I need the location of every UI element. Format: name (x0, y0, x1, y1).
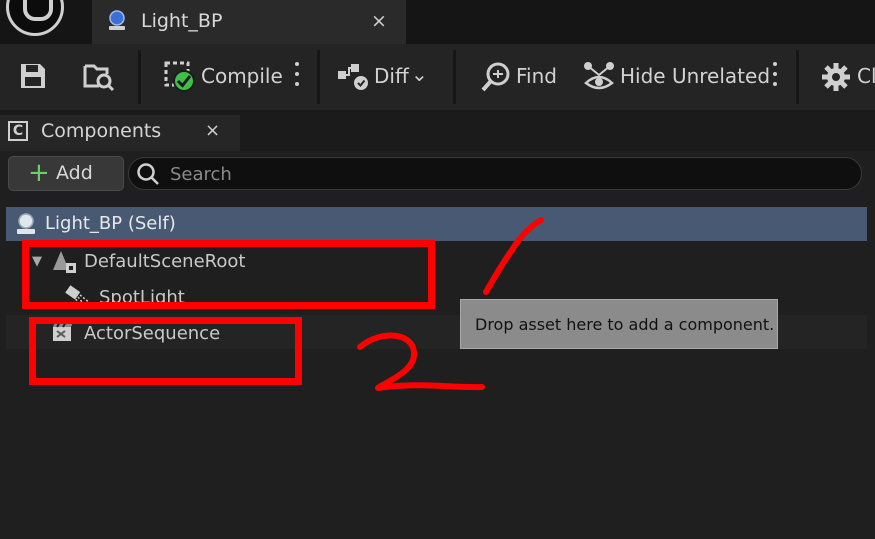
blueprint-actor-icon (109, 10, 125, 30)
close-components-tab-button[interactable]: × (205, 120, 220, 141)
document-tab-label: Light_BP (141, 10, 223, 32)
compile-status-icon[interactable] (164, 61, 196, 93)
hide-unrelated-icon[interactable] (583, 61, 615, 93)
browse-asset-icon[interactable] (83, 60, 115, 92)
document-tab[interactable] (92, 0, 406, 44)
find-icon[interactable] (481, 61, 513, 93)
search-icon (137, 163, 159, 185)
class-settings-button[interactable]: Cl (857, 64, 875, 88)
diff-icon[interactable] (337, 62, 371, 92)
diff-button[interactable]: Diff (374, 64, 409, 88)
chevron-down-icon[interactable]: ⌄ (411, 62, 428, 86)
compile-options-icon[interactable] (295, 62, 299, 86)
toolbar-separator (317, 50, 320, 104)
components-tab-icon: C (8, 121, 28, 141)
find-button[interactable]: Find (516, 64, 557, 88)
save-icon[interactable] (19, 62, 47, 90)
hide-unrelated-button[interactable]: Hide Unrelated (620, 64, 770, 88)
annotation-box-2 (29, 317, 302, 385)
blueprint-actor-icon (17, 213, 35, 234)
compile-button[interactable]: Compile (201, 64, 283, 88)
plus-icon: + (28, 158, 50, 188)
more-options-icon[interactable] (773, 62, 777, 86)
toolbar-separator (453, 50, 456, 104)
components-tab-label: Components (41, 120, 162, 142)
toolbar-separator (796, 50, 799, 104)
annotation-numbers (357, 217, 544, 391)
search-input[interactable] (168, 158, 852, 190)
toolbar-separator (138, 50, 141, 104)
gear-icon[interactable] (821, 62, 851, 92)
close-tab-button[interactable]: × (371, 10, 387, 32)
add-component-label: Add (56, 162, 93, 184)
tree-item-self-label: Light_BP (Self) (45, 213, 176, 234)
